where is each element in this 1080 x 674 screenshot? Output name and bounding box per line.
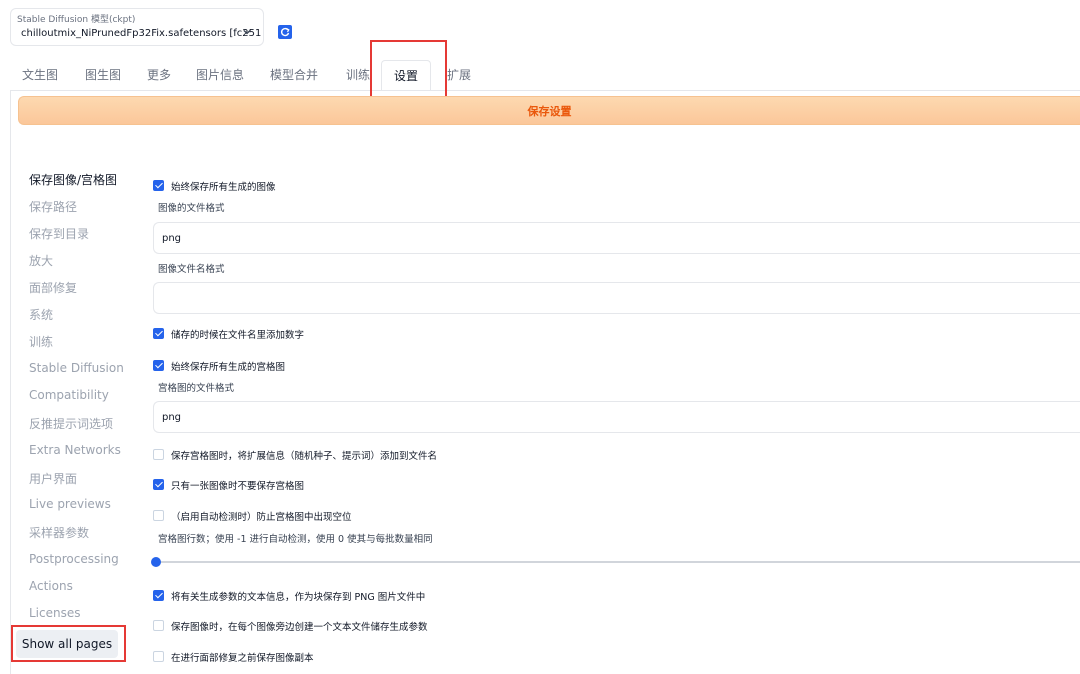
refresh-checkpoint-button[interactable] [278,25,292,39]
sidebar-item-saving-paths[interactable]: 保存路径 [29,198,77,215]
sidebar-item-face-restoration[interactable]: 面部修复 [29,279,77,296]
enable-pnginfo-checkbox[interactable] [153,590,164,601]
sidebar-item-live-previews[interactable]: Live previews [29,497,111,511]
grid-prevent-empty-label: （启用自动检测时）防止宫格图中出现空位 [171,512,352,523]
filename-pattern-input[interactable] [153,282,1080,314]
highlight-box-show-all [11,625,126,662]
grid-format-label: 宫格图的文件格式 [158,383,235,394]
save-txt-label: 保存图像时，在每个图像旁边创建一个文本文件储存生成参数 [171,622,428,633]
sidebar-item-saving-to-dirs[interactable]: 保存到目录 [29,225,89,242]
image-format-label: 图像的文件格式 [158,203,225,214]
sidebar-item-user-interface[interactable]: 用户界面 [29,470,77,487]
sidebar-item-interrogate[interactable]: 反推提示词选项 [29,415,113,432]
image-format-input[interactable]: png [153,222,1080,254]
add-number-label: 储存的时候在文件名里添加数字 [171,330,305,341]
sidebar-item-licenses[interactable]: Licenses [29,606,81,620]
main-tabs: 文生图 图生图 更多 图片信息 模型合并 训练 设置 扩展 [0,60,1080,90]
save-txt-checkbox[interactable] [153,620,164,631]
grid-rows-slider-thumb[interactable] [151,557,161,567]
grid-rows-label: 宫格图行数；使用 -1 进行自动检测，使用 0 使其与每批数量相同 [158,534,433,545]
sidebar-item-compatibility[interactable]: Compatibility [29,388,109,402]
enable-pnginfo-label: 将有关生成参数的文本信息，作为块保存到 PNG 图片文件中 [171,592,426,603]
always-save-images-checkbox[interactable] [153,180,164,191]
tab-extensions[interactable]: 扩展 [447,66,471,83]
grid-only-if-multiple-label: 只有一张图像时不要保存宫格图 [171,481,305,492]
sidebar-item-training[interactable]: 训练 [29,333,53,350]
tab-train[interactable]: 训练 [346,66,370,83]
filename-pattern-label: 图像文件名格式 [158,264,225,275]
tab-txt2img[interactable]: 文生图 [22,66,58,83]
sidebar-item-system[interactable]: 系统 [29,306,53,323]
always-save-images-label: 始终保存所有生成的图像 [171,182,276,193]
checkpoint-label: Stable Diffusion 模型(ckpt) [17,15,136,25]
sidebar-item-actions[interactable]: Actions [29,579,73,593]
add-number-checkbox[interactable] [153,328,164,339]
chevron-down-icon[interactable] [241,26,253,38]
sidebar-item-stable-diffusion[interactable]: Stable Diffusion [29,361,124,375]
always-save-grids-checkbox[interactable] [153,360,164,371]
checkpoint-select[interactable]: Stable Diffusion 模型(ckpt) chilloutmix_Ni… [10,8,264,46]
checkpoint-value[interactable]: chilloutmix_NiPrunedFp32Fix.safetensors … [21,28,261,39]
tab-extras[interactable]: 更多 [147,66,171,83]
sidebar-item-upscaling[interactable]: 放大 [29,252,53,269]
sidebar-item-extra-networks[interactable]: Extra Networks [29,443,121,457]
grid-only-if-multiple-checkbox[interactable] [153,479,164,490]
tab-png-info[interactable]: 图片信息 [196,66,244,83]
tab-img2img[interactable]: 图生图 [85,66,121,83]
always-save-grids-label: 始终保存所有生成的宫格图 [171,362,286,373]
save-before-face-restore-checkbox[interactable] [153,651,164,662]
save-settings-button[interactable]: 保存设置 [18,96,1080,125]
sidebar-item-sampler-params[interactable]: 采样器参数 [29,524,89,541]
grid-rows-slider-track[interactable] [155,561,1080,563]
grid-extended-filename-checkbox[interactable] [153,449,164,460]
sidebar-item-saving-images[interactable]: 保存图像/宫格图 [29,171,117,188]
sidebar-item-postprocessing[interactable]: Postprocessing [29,552,119,566]
save-before-face-restore-label: 在进行面部修复之前保存图像副本 [171,653,314,664]
grid-extended-filename-label: 保存宫格图时，将扩展信息（随机种子、提示词）添加到文件名 [171,451,438,462]
grid-prevent-empty-checkbox[interactable] [153,510,164,521]
tab-checkpoint-merger[interactable]: 模型合并 [270,66,318,83]
refresh-icon [280,27,290,37]
grid-format-input[interactable]: png [153,401,1080,433]
